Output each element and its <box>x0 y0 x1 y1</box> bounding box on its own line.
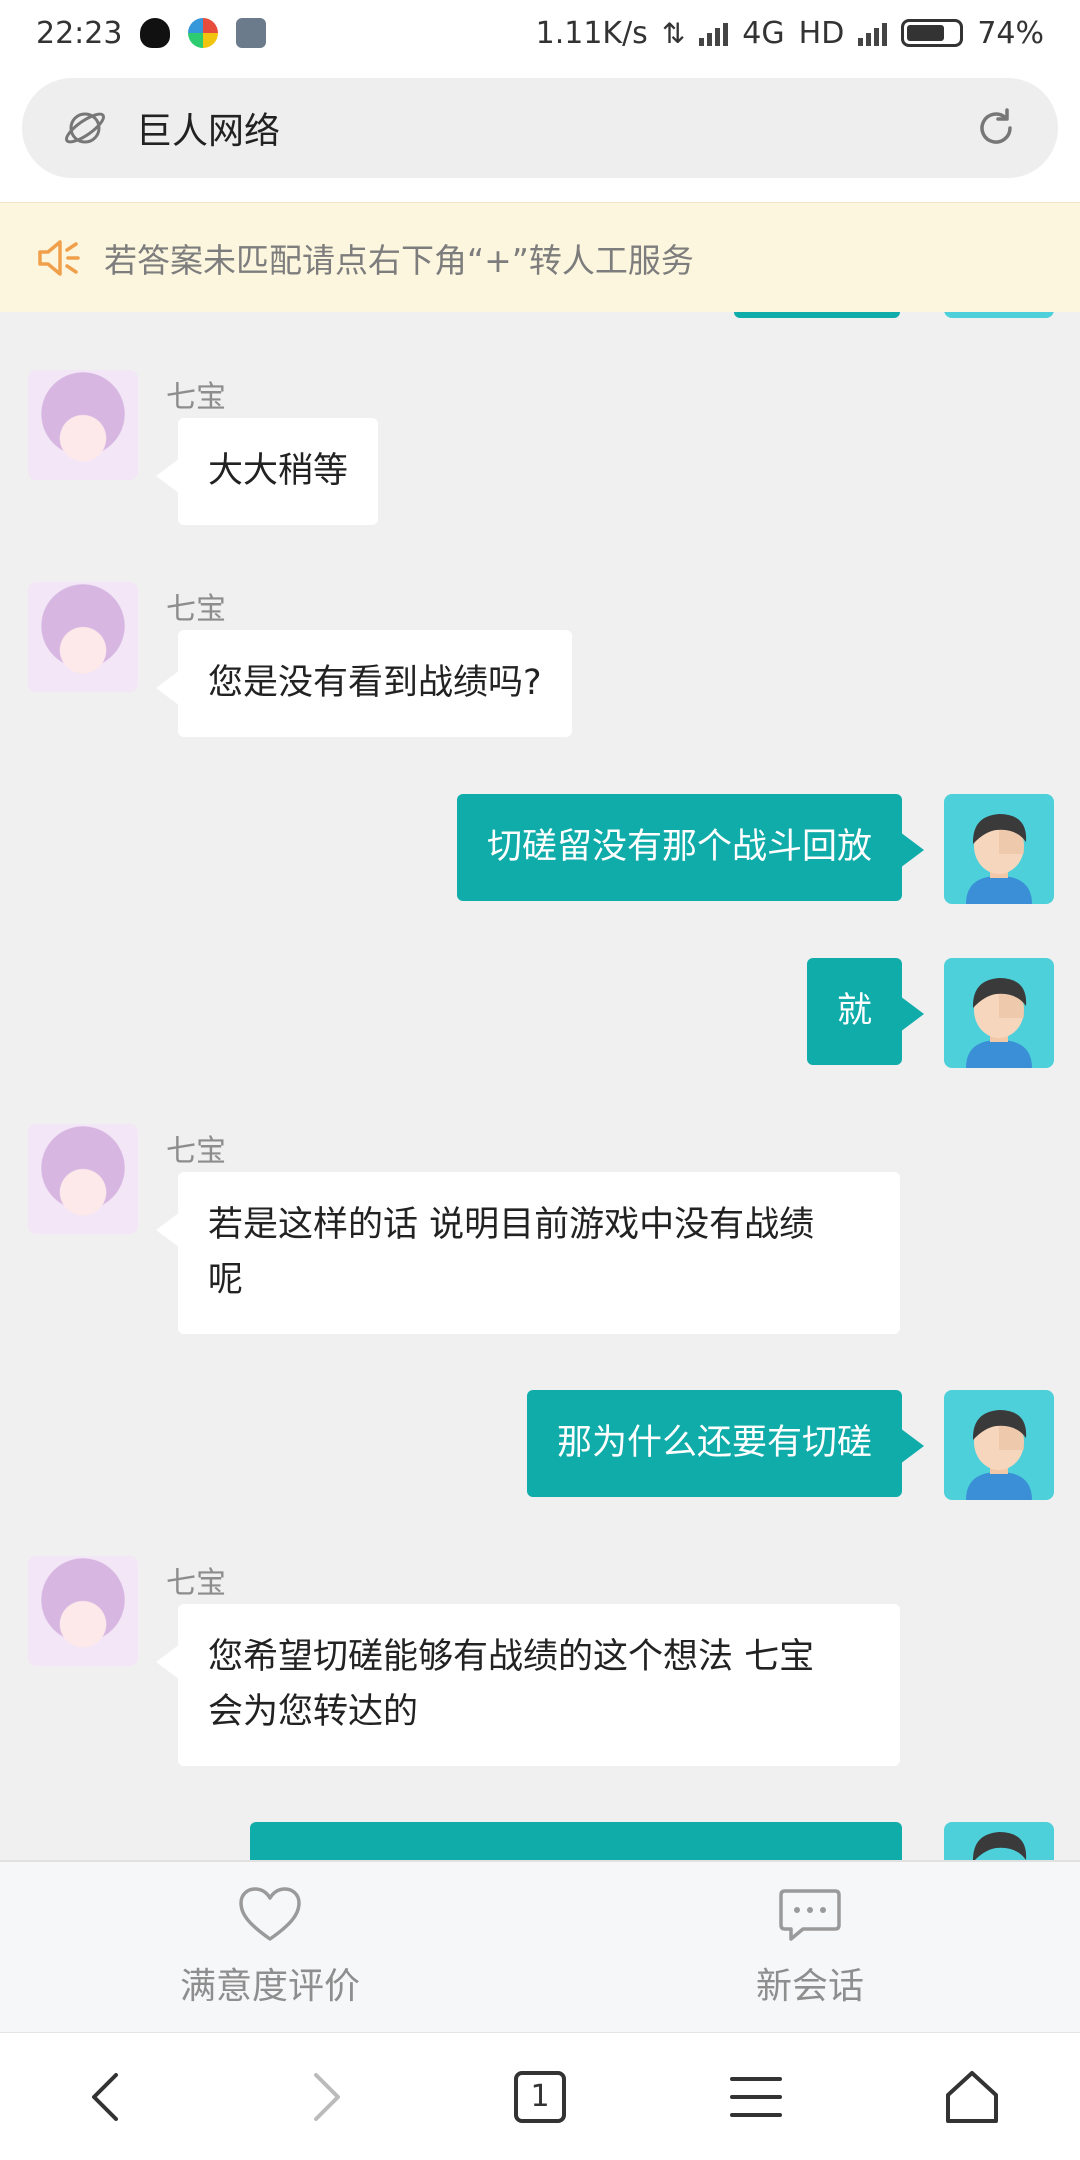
chat-area[interactable]: 七宝 大大稍等 七宝 您是没有看到战绩吗? 切磋留没有那个战斗回放 就 七宝 若… <box>0 312 1080 1860</box>
data-transfer-icon: ⇅ <box>661 16 686 50</box>
menu-icon <box>730 2076 782 2117</box>
refresh-icon[interactable] <box>974 106 1018 150</box>
chat-bubble-icon <box>779 1889 841 1941</box>
forward-button[interactable] <box>279 2052 369 2142</box>
bot-avatar[interactable] <box>28 582 138 692</box>
rate-button[interactable]: 满意度评价 <box>0 1862 540 2032</box>
bot-name: 七宝 <box>166 1566 226 1601</box>
message-bubble-bot[interactable]: 大大稍等 <box>155 418 379 525</box>
bot-avatar[interactable] <box>28 1124 138 1234</box>
user-avatar[interactable] <box>944 958 1054 1068</box>
bot-avatar[interactable] <box>28 1556 138 1666</box>
signal-icon <box>699 20 729 46</box>
partial-avatar-top <box>944 312 1054 318</box>
message-bubble-bot[interactable]: 您希望切磋能够有战绩的这个想法 七宝 会为您转达的 <box>156 1604 900 1766</box>
battery-percent: 74% <box>977 15 1044 51</box>
partial-bubble-top <box>734 312 900 318</box>
planet-icon <box>65 112 105 144</box>
home-button[interactable] <box>927 2052 1017 2142</box>
network-speed: 1.11K/s <box>535 15 648 51</box>
chevron-left-icon <box>92 2072 118 2121</box>
network-type: 4G <box>742 15 785 51</box>
user-avatar-icon <box>973 1832 1027 1860</box>
notice-text: 若答案未匹配请点右下角“+”转人工服务 <box>104 240 694 280</box>
new-chat-label: 新会话 <box>755 1966 864 2007</box>
battery-icon <box>901 19 964 47</box>
bot-name: 七宝 <box>166 380 226 415</box>
bot-avatar[interactable] <box>28 370 138 480</box>
signal-icon-2 <box>858 20 888 46</box>
status-time: 22:23 <box>36 15 123 51</box>
heart-icon <box>239 1887 301 1941</box>
status-bar: 22:23 1.11K/s ⇅ 4G HD 74% <box>0 0 1080 66</box>
message-bubble-user[interactable]: 那为什么还要有切磋 <box>526 1390 925 1497</box>
home-icon <box>946 2070 998 2123</box>
user-avatar-icon <box>966 1410 1032 1500</box>
chevron-right-icon <box>314 2072 340 2121</box>
app-notification-icon <box>188 18 219 48</box>
speaker-icon <box>38 239 80 276</box>
browser-header: 巨人网络 <box>0 66 1080 202</box>
partial-bubble-bottom <box>250 1822 902 1860</box>
menu-button[interactable] <box>711 2052 801 2142</box>
chat-action-bar: 满意度评价 新会话 <box>0 1860 1080 2032</box>
tab-count: 1 <box>530 2079 550 2114</box>
user-avatar[interactable] <box>944 1390 1054 1500</box>
message-bubble-user[interactable]: 就 <box>806 958 925 1065</box>
message-bubble-user[interactable]: 切磋留没有那个战斗回放 <box>456 794 925 901</box>
tabs-button[interactable]: 1 <box>495 2052 585 2142</box>
user-avatar[interactable] <box>944 794 1054 904</box>
calculator-icon <box>236 18 267 48</box>
page-title: 巨人网络 <box>136 111 281 152</box>
hd-label: HD <box>798 15 845 51</box>
message-bubble-bot[interactable]: 您是没有看到战绩吗? <box>156 630 572 737</box>
user-avatar-icon <box>966 978 1032 1068</box>
qq-icon <box>140 18 171 48</box>
back-button[interactable] <box>63 2052 153 2142</box>
notice-banner: 若答案未匹配请点右下角“+”转人工服务 <box>0 202 1080 312</box>
browser-nav-bar: 1 <box>0 2032 1080 2160</box>
bot-name: 七宝 <box>166 592 226 627</box>
user-avatar-icon <box>966 814 1032 904</box>
address-bar[interactable]: 巨人网络 <box>22 78 1058 178</box>
new-chat-button[interactable]: 新会话 <box>540 1862 1080 2032</box>
rate-label: 满意度评价 <box>179 1966 360 2007</box>
message-bubble-bot[interactable]: 若是这样的话 说明目前游戏中没有战绩 呢 <box>156 1172 900 1334</box>
partial-avatar-bottom <box>944 1822 1054 1860</box>
bot-name: 七宝 <box>166 1134 226 1169</box>
